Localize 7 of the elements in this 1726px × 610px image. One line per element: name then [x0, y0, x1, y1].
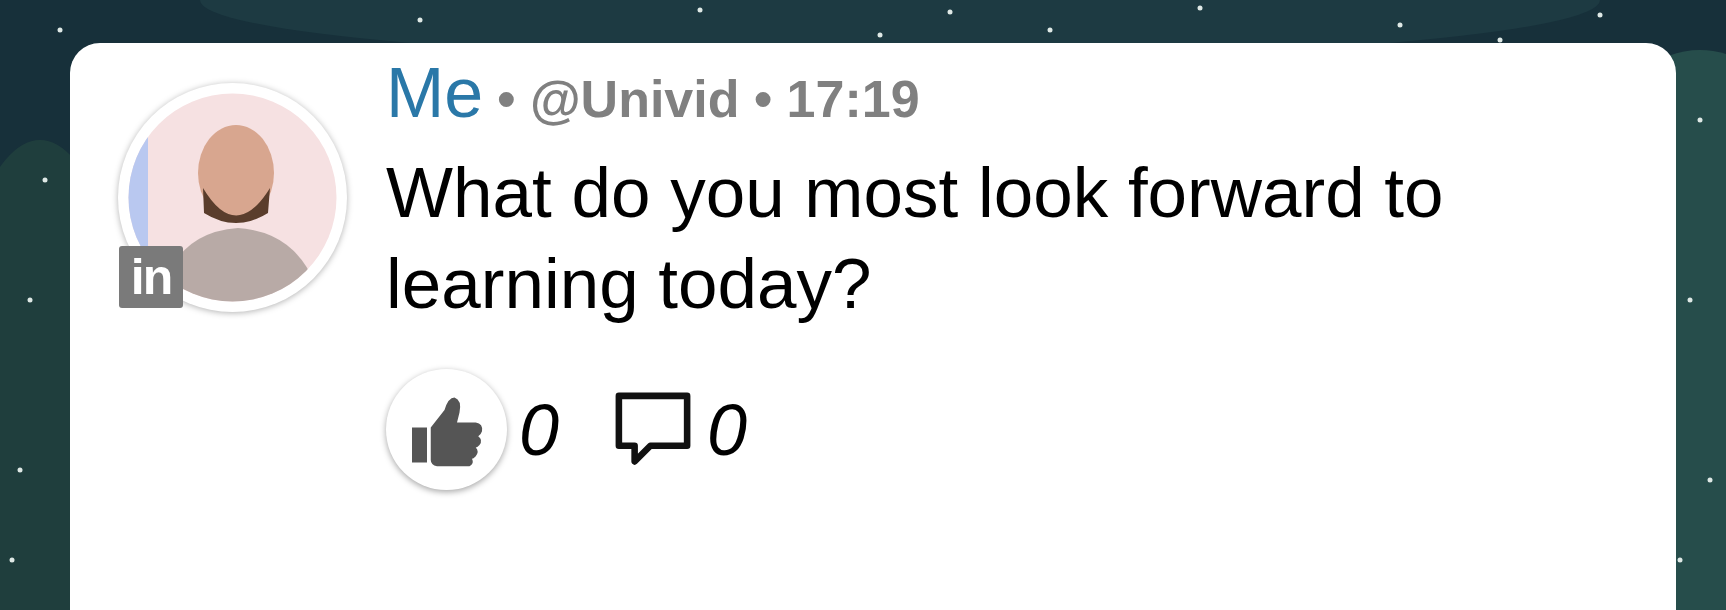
like-count: 0	[519, 388, 560, 471]
post-text: What do you most look forward to learning today?	[386, 152, 1445, 325]
author-name[interactable]: Me	[386, 53, 484, 133]
like-button[interactable]	[386, 369, 507, 490]
post-meta: • @Univid • 17:19	[497, 69, 920, 129]
linkedin-badge: in	[119, 246, 183, 308]
comment-count: 0	[707, 388, 748, 471]
